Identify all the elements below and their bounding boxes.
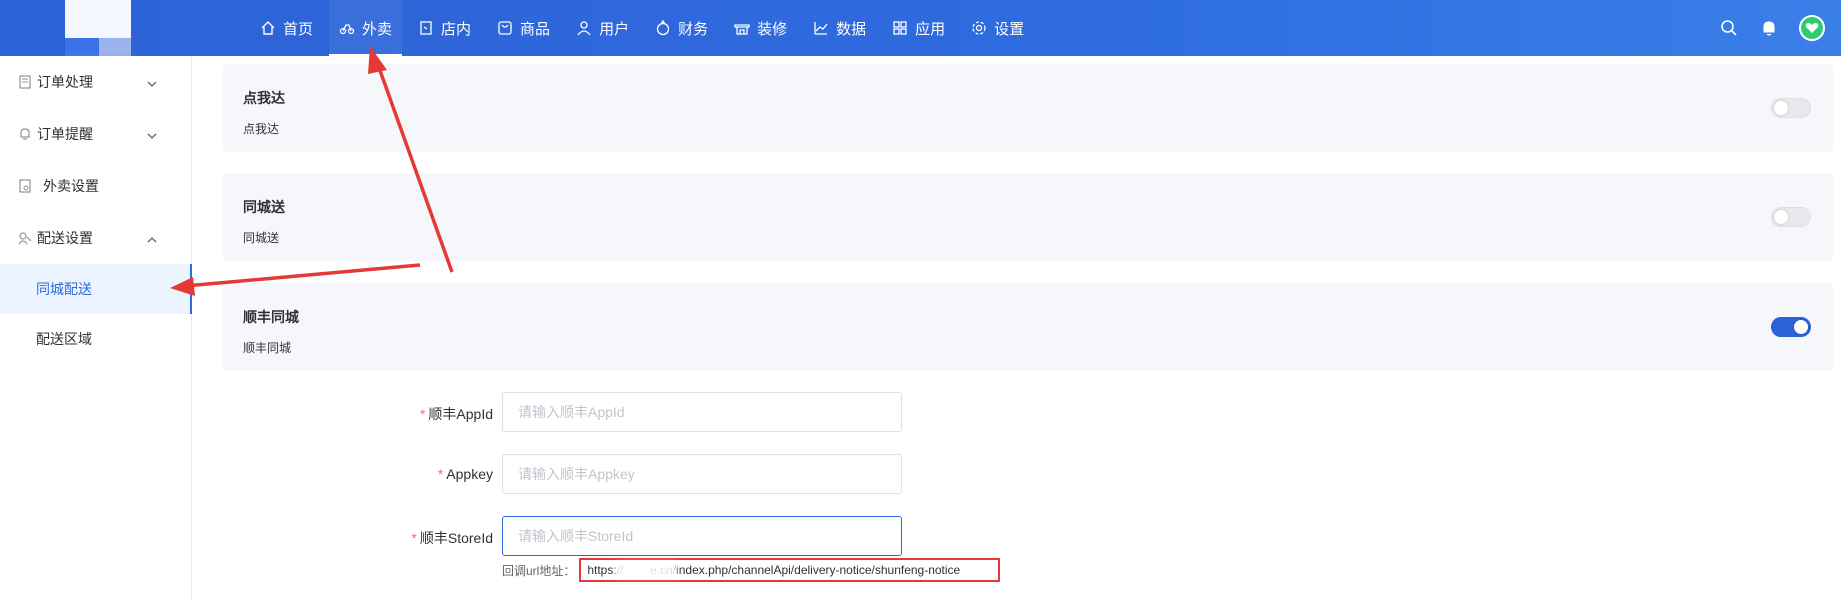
sidebar-item-label: 订单提醒 bbox=[37, 126, 93, 142]
sidebar: 订单处理 订单提醒 外卖设置 配送设置 同城配送 配送区域 bbox=[0, 56, 192, 599]
sidebar-item-takeout-settings[interactable]: 外卖设置 bbox=[0, 160, 191, 212]
shop-icon bbox=[734, 20, 750, 36]
provider-card-dianwoda: 点我达 点我达 bbox=[223, 64, 1833, 152]
redacted-blur bbox=[615, 562, 678, 578]
user-icon bbox=[576, 20, 592, 36]
nav-item-apps[interactable]: 应用 bbox=[882, 0, 955, 56]
nav-label: 装修 bbox=[757, 20, 788, 38]
nav-label: 应用 bbox=[915, 20, 946, 38]
toggle-switch[interactable] bbox=[1771, 207, 1811, 227]
callback-url: https:// e.cn/index.php/channelApi/deliv… bbox=[579, 558, 1001, 582]
nav-item-finance[interactable]: 财务 bbox=[645, 0, 718, 56]
delivery-icon bbox=[18, 231, 32, 245]
settings-doc-icon bbox=[18, 179, 32, 193]
nav-item-user[interactable]: 用户 bbox=[566, 0, 639, 56]
chevron-down-icon bbox=[147, 76, 157, 87]
card-subtitle: 点我达 bbox=[243, 122, 280, 136]
search-icon[interactable] bbox=[1719, 18, 1739, 38]
card-subtitle: 顺丰同城 bbox=[243, 341, 292, 355]
order-icon bbox=[18, 75, 32, 89]
sidebar-subitem-city-delivery[interactable]: 同城配送 bbox=[0, 264, 192, 314]
sidebar-subitem-label: 同城配送 bbox=[36, 281, 92, 297]
field-label: * Appkey bbox=[437, 466, 493, 482]
chevron-up-icon bbox=[147, 232, 157, 243]
sidebar-item-order-processing[interactable]: 订单处理 bbox=[0, 56, 191, 108]
store-icon bbox=[418, 20, 434, 36]
toggle-switch[interactable] bbox=[1771, 98, 1811, 118]
nav-label: 商品 bbox=[520, 20, 551, 38]
field-label: * 顺丰StoreId bbox=[411, 530, 493, 546]
sidebar-item-label: 配送设置 bbox=[37, 230, 93, 246]
form-row-storeid: * 顺丰StoreId bbox=[193, 516, 1193, 556]
storeid-input[interactable] bbox=[502, 516, 902, 556]
bell-icon[interactable] bbox=[1759, 18, 1779, 38]
provider-card-tongchengsong: 同城送 同城送 bbox=[223, 173, 1833, 261]
avatar[interactable] bbox=[1799, 15, 1825, 41]
nav-label: 财务 bbox=[678, 20, 709, 38]
nav-label: 店内 bbox=[441, 20, 472, 38]
card-title: 顺丰同城 bbox=[243, 309, 299, 325]
chevron-down-icon bbox=[147, 128, 157, 139]
nav-item-home[interactable]: 首页 bbox=[250, 0, 323, 56]
bike-icon bbox=[339, 20, 355, 36]
home-icon bbox=[260, 20, 276, 36]
nav-item-decorate[interactable]: 装修 bbox=[724, 0, 797, 56]
card-title: 点我达 bbox=[243, 90, 285, 106]
nav-label: 首页 bbox=[283, 20, 314, 38]
nav-item-takeout[interactable]: 外卖 bbox=[329, 0, 403, 56]
nav-label: 用户 bbox=[599, 20, 630, 38]
appid-input[interactable] bbox=[502, 392, 902, 432]
nav-label: 设置 bbox=[994, 20, 1025, 38]
callback-label: 回调url地址： bbox=[502, 563, 576, 578]
wallet-icon bbox=[655, 20, 671, 36]
sidebar-item-delivery-settings[interactable]: 配送设置 bbox=[0, 212, 191, 264]
nav-item-store[interactable]: 店内 bbox=[408, 0, 481, 56]
top-right-tools bbox=[1719, 0, 1841, 56]
chart-icon bbox=[813, 20, 829, 36]
provider-card-shunfeng: 顺丰同城 顺丰同城 bbox=[223, 283, 1833, 371]
nav-label: 数据 bbox=[836, 20, 867, 38]
form-row-appid: * 顺丰AppId bbox=[193, 392, 1193, 432]
card-title: 同城送 bbox=[243, 199, 285, 215]
sidebar-subitem-delivery-area[interactable]: 配送区域 bbox=[0, 314, 191, 364]
logo[interactable] bbox=[65, 0, 131, 56]
main-content: 点我达 点我达 同城送 同城送 顺丰同城 顺丰同城 *顺丰AppId *Appk… bbox=[193, 56, 1841, 599]
gear-icon bbox=[971, 20, 987, 36]
toggle-switch[interactable] bbox=[1771, 317, 1811, 337]
bell-icon bbox=[18, 127, 32, 141]
nav-label: 外卖 bbox=[362, 20, 393, 38]
sidebar-item-order-reminder[interactable]: 订单提醒 bbox=[0, 108, 191, 160]
sidebar-item-label: 外卖设置 bbox=[43, 178, 99, 194]
goods-icon bbox=[497, 20, 513, 36]
nav-item-data[interactable]: 数据 bbox=[803, 0, 876, 56]
form-row-appkey: * Appkey bbox=[193, 454, 1193, 494]
apps-icon bbox=[892, 20, 908, 36]
card-subtitle: 同城送 bbox=[243, 231, 280, 245]
main-nav: 首页 外卖 店内 商品 用户 财务 装修 数据 应用 设置 bbox=[250, 0, 1040, 56]
nav-item-settings[interactable]: 设置 bbox=[961, 0, 1034, 56]
appkey-input[interactable] bbox=[502, 454, 902, 494]
sidebar-item-label: 订单处理 bbox=[37, 74, 93, 90]
top-nav-bar: 首页 外卖 店内 商品 用户 财务 装修 数据 应用 设置 bbox=[0, 0, 1841, 62]
callback-url-row: 回调url地址： https:// e.cn/index.php/channel… bbox=[502, 558, 1001, 582]
sidebar-subitem-label: 配送区域 bbox=[36, 331, 92, 347]
nav-item-goods[interactable]: 商品 bbox=[487, 0, 560, 56]
field-label: * 顺丰AppId bbox=[419, 406, 493, 422]
